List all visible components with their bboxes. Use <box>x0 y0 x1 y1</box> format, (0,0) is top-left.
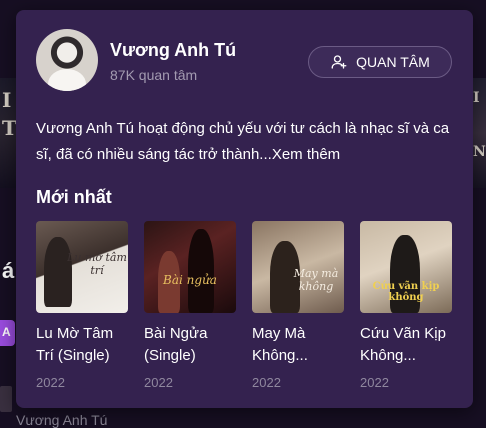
bio-text: Vương Anh Tú hoạt động chủ yếu với tư cá… <box>36 120 449 163</box>
album-card[interactable]: Bài ngửa Bài Ngửa (Single) 2022 <box>144 221 236 390</box>
artist-hover-card: Vương Anh Tú 87K quan tâm QUAN TÂM Vương… <box>16 10 473 408</box>
latest-section-title: Mới nhất <box>36 187 112 208</box>
background-letter: I <box>2 88 11 112</box>
album-year: 2022 <box>36 375 128 390</box>
album-year: 2022 <box>144 375 236 390</box>
album-year: 2022 <box>252 375 344 390</box>
album-title[interactable]: Lu Mờ Tâm Trí (Single) <box>36 323 128 367</box>
cover-title-text: Bài ngửa <box>144 273 236 287</box>
follower-count: 87K quan tâm <box>110 67 197 83</box>
artist-name[interactable]: Vương Anh Tú <box>110 40 236 61</box>
album-card[interactable]: May mà không May Mà Không... 2022 <box>252 221 344 390</box>
album-cover[interactable]: Cứu vãn kịp không <box>360 221 452 313</box>
cover-title-text: Cứu vãn kịp không <box>360 281 452 303</box>
album-title[interactable]: Cứu Vãn Kịp Không... <box>360 323 452 367</box>
follow-button[interactable]: QUAN TÂM <box>308 46 452 78</box>
cover-title-text: Lu mờ tâm trí <box>66 251 128 277</box>
album-cover[interactable]: Bài ngửa <box>144 221 236 313</box>
background-thumbnail <box>0 386 12 412</box>
avatar-figure <box>48 69 86 91</box>
album-cover[interactable]: May mà không <box>252 221 344 313</box>
album-cover[interactable]: Lu mờ tâm trí <box>36 221 128 313</box>
album-card[interactable]: Cứu vãn kịp không Cứu Vãn Kịp Không... 2… <box>360 221 452 390</box>
follow-button-label: QUAN TÂM <box>356 54 430 70</box>
album-card[interactable]: Lu mờ tâm trí Lu Mờ Tâm Trí (Single) 202… <box>36 221 128 390</box>
artist-avatar[interactable] <box>36 29 98 91</box>
artist-bio: Vương Anh Tú hoạt động chủ yếu với tư cá… <box>36 116 456 168</box>
album-year: 2022 <box>360 375 452 390</box>
see-more-link[interactable]: Xem thêm <box>272 146 340 163</box>
cover-figure <box>188 229 214 313</box>
album-title[interactable]: Bài Ngửa (Single) <box>144 323 236 367</box>
background-text-fragment: á <box>2 258 14 284</box>
background-chip[interactable]: A <box>0 320 15 346</box>
cover-title-text: May mà không <box>288 267 344 293</box>
background-letter: T <box>2 116 17 140</box>
background-banner-right: I N <box>472 78 486 188</box>
background-letter: I <box>473 90 480 106</box>
album-title[interactable]: May Mà Không... <box>252 323 344 367</box>
background-letter: N <box>473 144 486 160</box>
add-user-icon <box>330 53 348 71</box>
